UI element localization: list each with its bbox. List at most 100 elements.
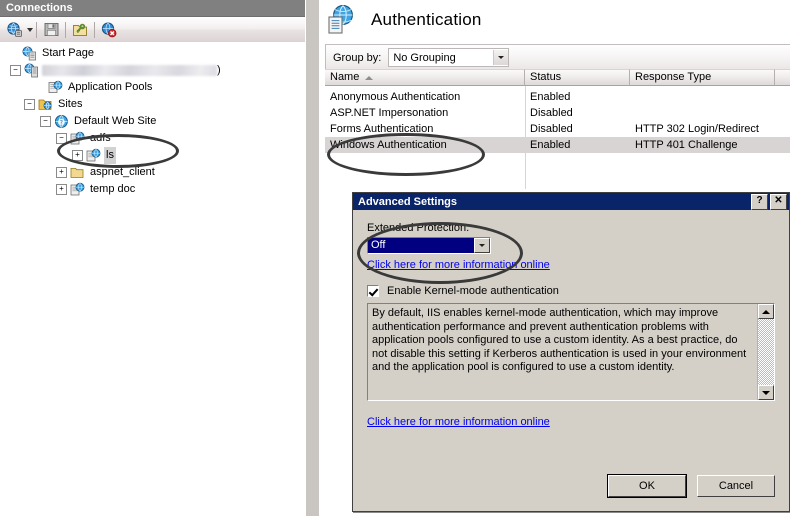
tree-item-label: Start Page [42,47,94,59]
application-icon [70,182,85,197]
column-header-extra[interactable] [775,69,790,86]
description-scrollbar[interactable] [757,304,774,400]
tree-item-sites[interactable]: − Sites [0,96,305,113]
chevron-down-icon[interactable] [493,50,509,65]
tree-item-start-page[interactable]: Start Page [0,45,305,62]
cell-status: Disabled [530,107,573,119]
cell-name: Anonymous Authentication [330,91,461,103]
table-row[interactable]: ASP.NET Impersonation Disabled [325,105,790,121]
disconnect-icon[interactable] [98,19,120,41]
column-header-status[interactable]: Status [525,69,630,86]
extended-protection-select[interactable]: Off [367,237,491,254]
kernel-mode-checkbox-row[interactable]: Enable Kernel-mode authentication [367,285,775,297]
table-row[interactable]: Windows Authentication Enabled HTTP 401 … [325,137,790,153]
authentication-icon [325,4,357,36]
tree-expander [10,49,19,58]
column-header-label: Status [530,71,562,83]
cell-response-type [630,105,775,121]
connections-pane-title: Connections [0,0,305,17]
tree-expander-plus[interactable]: + [56,184,67,195]
tree-item-label: adfs [90,132,111,144]
tree-expander-minus[interactable]: − [24,99,35,110]
cell-response-type: HTTP 401 Challenge [635,139,738,151]
iis-manager-window: Connections Start Page −) Application P… [0,0,790,516]
tree-item-label: temp doc [90,183,136,195]
tree-item-label: Default Web Site [74,115,157,127]
connections-toolbar [0,17,305,43]
tree-item-label: Sites [58,98,83,110]
cancel-button[interactable]: Cancel [697,475,775,497]
application-icon [86,148,101,163]
connect-to-icon[interactable] [4,19,26,41]
server-icon [24,63,39,78]
dialog-button-row: OK Cancel [607,474,775,498]
column-header-name[interactable]: Name [325,69,525,86]
table-row[interactable]: Forms Authentication Disabled HTTP 302 L… [325,121,790,137]
toolbar-separator-2 [65,21,66,38]
chevron-down-icon[interactable] [474,238,490,253]
tree-expander-minus[interactable]: − [40,116,51,127]
column-header-label: Response Type [635,71,712,83]
cell-response-type: HTTP 302 Login/Redirect [635,123,759,135]
group-by-select[interactable]: No Grouping [388,48,510,67]
kernel-mode-description-box: By default, IIS enables kernel-mode auth… [367,303,775,401]
advanced-settings-dialog: Advanced Settings ? ✕ Extended Protectio… [352,192,790,512]
tree-expander-minus[interactable]: − [10,65,21,76]
column-header-response-type[interactable]: Response Type [630,69,775,86]
create-new-connection-icon[interactable] [69,19,91,41]
extended-protection-value: Off [368,238,474,253]
page-header: Authentication [319,0,790,40]
server-name-suffix: ) [217,64,221,76]
scrollbar-track[interactable] [758,319,774,385]
more-info-link-bottom[interactable]: Click here for more information online [367,416,550,428]
tree-expander-plus[interactable]: + [56,167,67,178]
close-icon[interactable]: ✕ [770,193,787,210]
svg-text:?: ? [60,119,63,126]
tree-expander [36,83,45,92]
tree-item-application-pools[interactable]: Application Pools [0,79,305,96]
toolbar-separator-1 [36,21,37,38]
page-title: Authentication [371,10,482,29]
kernel-mode-description-text: By default, IIS enables kernel-mode auth… [372,307,747,373]
scroll-down-icon[interactable] [758,385,774,400]
tree-expander-plus[interactable]: + [72,150,83,161]
help-button[interactable]: ? [751,193,768,210]
tree-item-temp-doc[interactable]: + temp doc [0,181,305,198]
kernel-mode-checkbox[interactable] [367,285,379,297]
sites-folder-icon [38,97,53,112]
connections-tree[interactable]: Start Page − ) Application Pools − Sites… [0,42,305,516]
web-site-icon: ? [54,114,69,129]
column-header-label: Name [330,71,360,83]
more-info-link-top[interactable]: Click here for more information online [367,259,550,271]
tree-item-aspnet-client[interactable]: + aspnet_client [0,164,305,181]
list-header-row: Name Status Response Type [325,69,790,86]
extended-protection-label: Extended Protection: [367,222,470,234]
cell-status: Disabled [530,123,573,135]
scroll-up-icon[interactable] [758,304,774,319]
tree-item-label: ls [104,147,116,164]
more-info-link-bottom-wrap: Click here for more information online [367,416,775,428]
chevron-down-icon[interactable] [27,27,33,32]
dialog-titlebar[interactable]: Advanced Settings ? ✕ [353,193,789,210]
kernel-mode-checkbox-label: Enable Kernel-mode authentication [387,285,559,297]
table-row[interactable]: Anonymous Authentication Enabled [325,89,790,105]
group-by-label: Group by: [333,51,382,64]
cell-name: Windows Authentication [330,139,447,151]
tree-item-label: Application Pools [68,81,153,93]
start-page-icon [22,46,37,61]
list-column-divider [525,86,526,189]
server-name-redacted [42,65,217,76]
tree-item-ls[interactable]: + ls [0,147,305,164]
save-connection-icon[interactable] [40,19,62,41]
dialog-title: Advanced Settings [358,195,458,208]
dialog-body: Extended Protection: Off Click here for … [353,210,789,511]
tree-item-label: aspnet_client [90,166,155,178]
tree-item-server[interactable]: − ) [0,62,305,79]
pane-splitter[interactable] [305,0,320,516]
tree-item-adfs[interactable]: − adfs [0,130,305,147]
ok-button[interactable]: OK [607,474,687,498]
tree-item-default-web-site[interactable]: − ? Default Web Site [0,113,305,130]
tree-expander-minus[interactable]: − [56,133,67,144]
cell-name: Forms Authentication [330,123,434,135]
group-by-bar: Group by: No Grouping [325,44,790,70]
